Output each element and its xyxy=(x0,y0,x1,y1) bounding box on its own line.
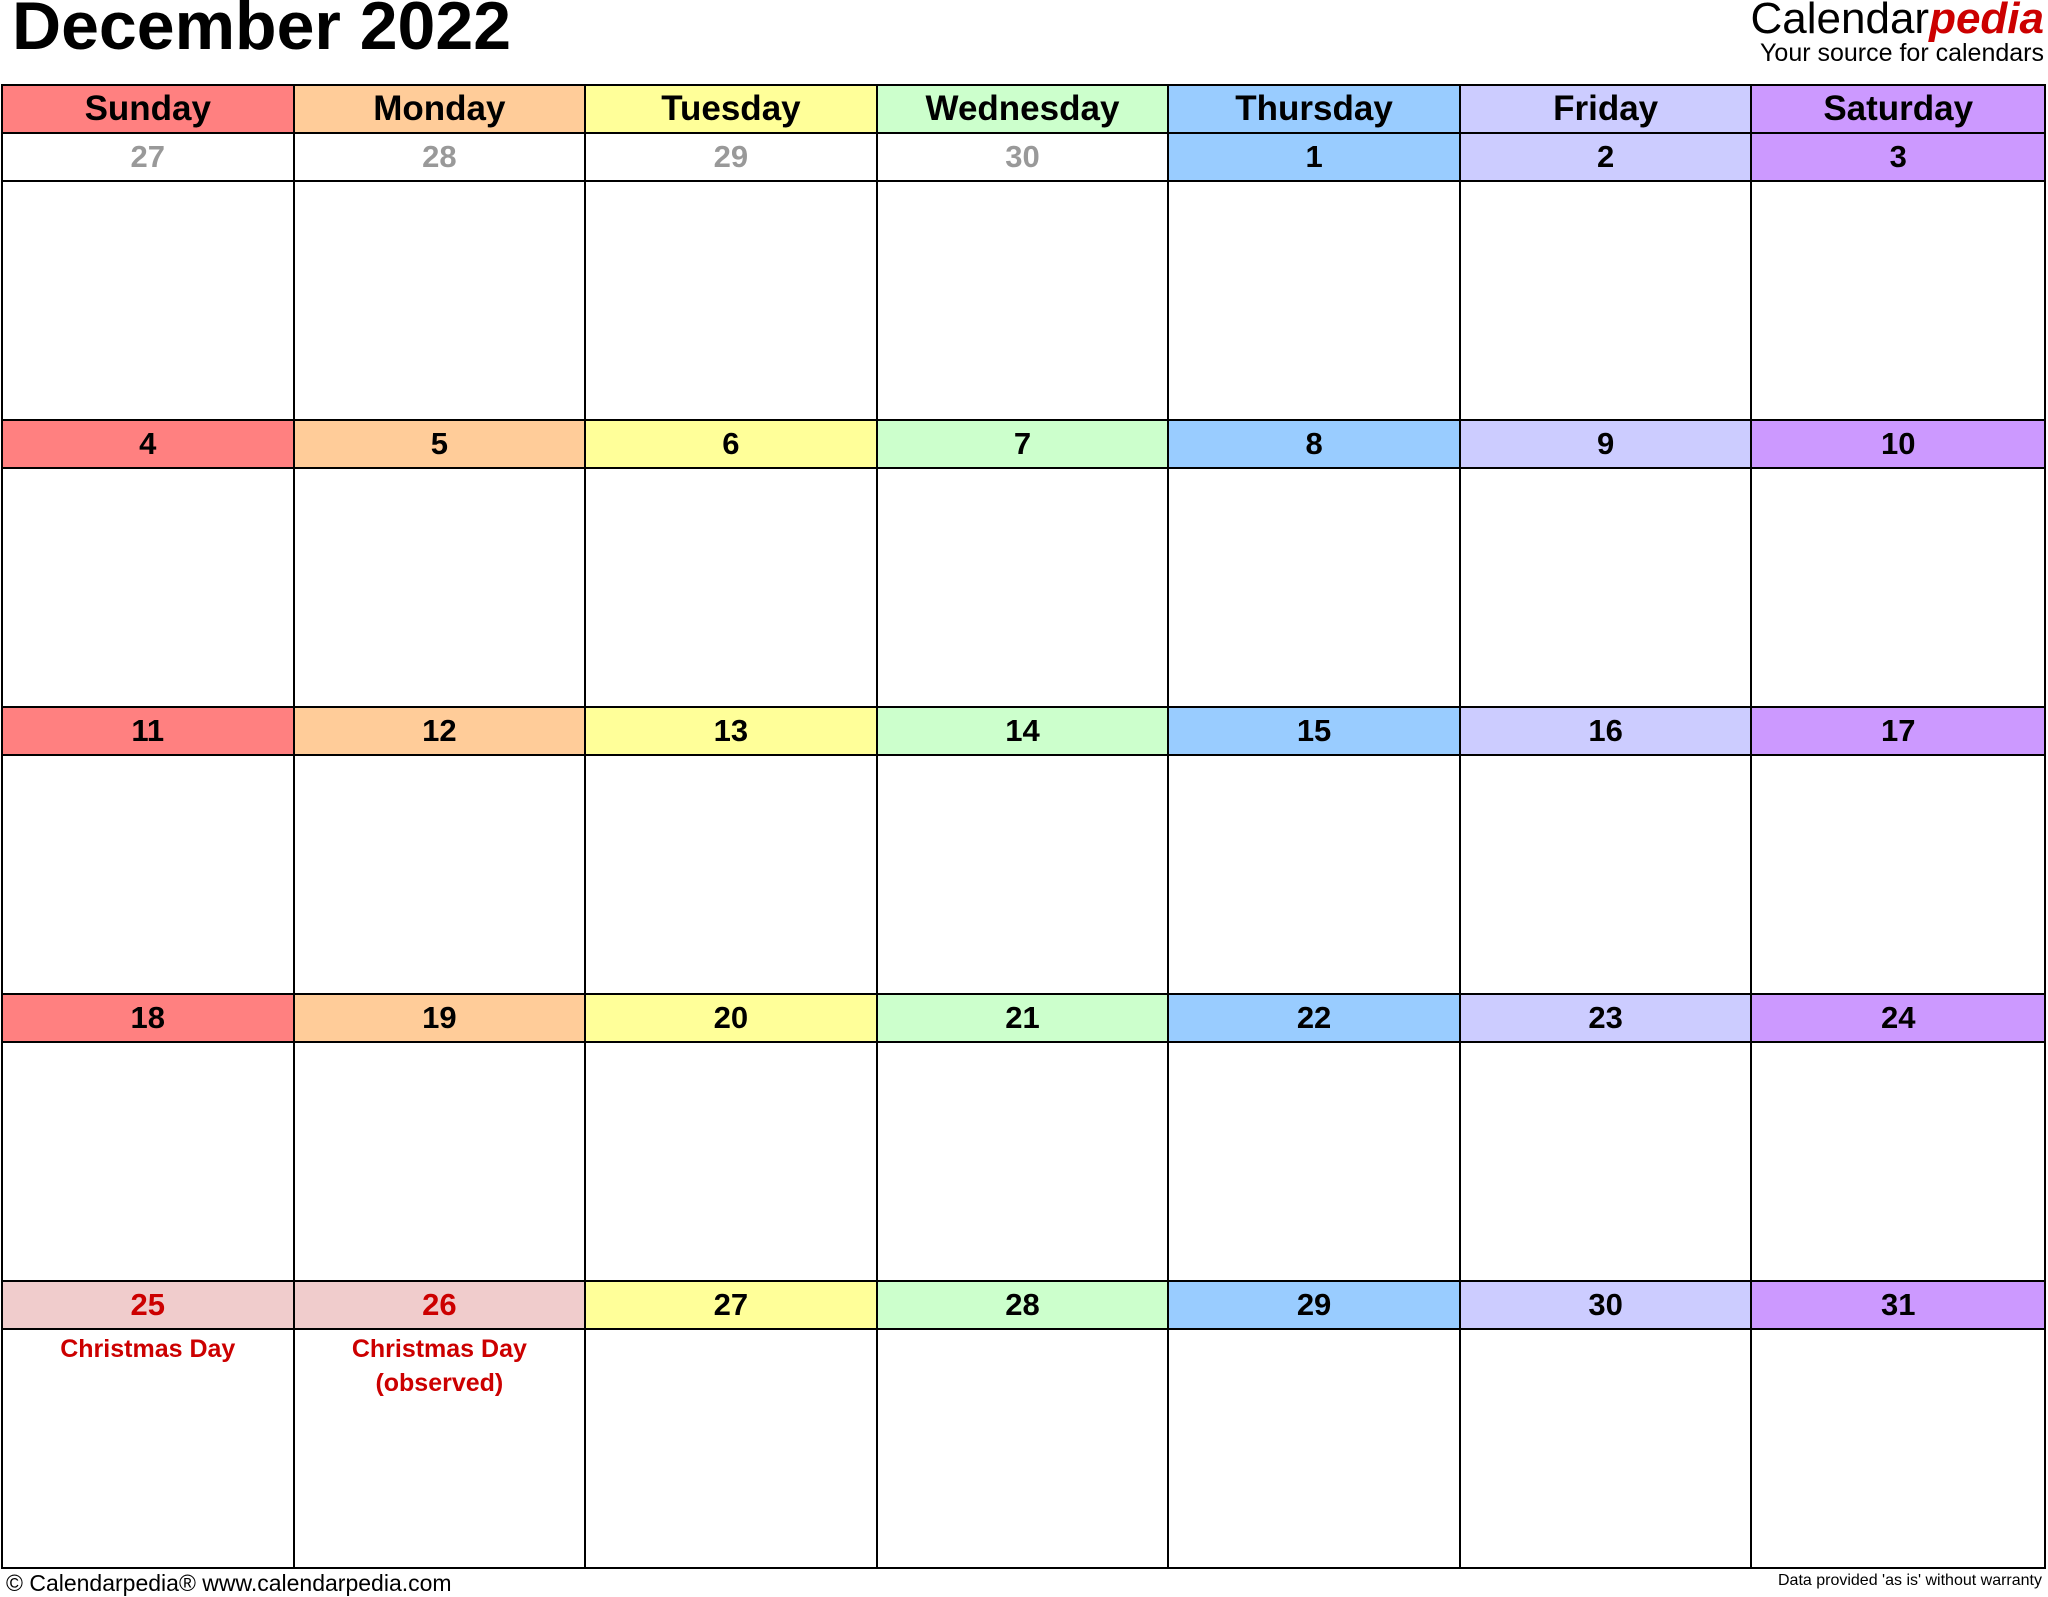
date-number: 12 xyxy=(294,708,587,756)
day-cell[interactable] xyxy=(1752,1043,2044,1282)
date-number: 2 xyxy=(1460,134,1753,182)
date-number: 29 xyxy=(586,134,878,182)
date-number: 26 xyxy=(294,1282,587,1330)
day-cell[interactable] xyxy=(294,469,587,708)
day-cell[interactable]: Christmas Day xyxy=(3,1330,295,1569)
date-number: 19 xyxy=(294,995,587,1043)
day-cell[interactable] xyxy=(1752,1330,2044,1569)
weekday-header-wednesday: Wednesday xyxy=(877,86,1170,134)
date-number: 25 xyxy=(3,1282,295,1330)
date-number: 22 xyxy=(1169,995,1461,1043)
brand-name-accent: pedia xyxy=(1929,0,2044,43)
day-cell[interactable] xyxy=(1460,182,1753,421)
date-number: 9 xyxy=(1460,421,1753,469)
day-cell[interactable] xyxy=(3,469,295,708)
brand-tagline: Your source for calendars xyxy=(1760,39,2044,67)
date-number: 15 xyxy=(1169,708,1461,756)
date-number: 3 xyxy=(1752,134,2044,182)
date-number: 11 xyxy=(3,708,295,756)
day-cell[interactable] xyxy=(586,1043,878,1282)
date-number: 10 xyxy=(1752,421,2044,469)
holiday-label: Christmas Day xyxy=(60,1335,236,1363)
day-cell[interactable] xyxy=(1169,182,1461,421)
weekday-header-tuesday: Tuesday xyxy=(586,86,878,134)
day-cell[interactable] xyxy=(1752,756,2044,995)
date-number: 20 xyxy=(586,995,878,1043)
date-number: 13 xyxy=(586,708,878,756)
date-number: 27 xyxy=(3,134,295,182)
weekday-header-thursday: Thursday xyxy=(1169,86,1461,134)
day-cell[interactable] xyxy=(877,756,1170,995)
weekday-header-friday: Friday xyxy=(1460,86,1753,134)
brand-name: Calendarpedia xyxy=(1751,0,2044,42)
day-cell[interactable] xyxy=(586,182,878,421)
date-number: 1 xyxy=(1169,134,1461,182)
date-number: 6 xyxy=(586,421,878,469)
date-number: 30 xyxy=(1460,1282,1753,1330)
brand-name-main: Calendar xyxy=(1750,0,1930,43)
date-number: 31 xyxy=(1752,1282,2044,1330)
day-cell[interactable] xyxy=(878,1330,1170,1569)
day-cell[interactable] xyxy=(1461,1330,1753,1569)
date-number: 14 xyxy=(877,708,1170,756)
day-cell[interactable] xyxy=(294,756,587,995)
day-cell[interactable] xyxy=(1169,469,1461,708)
date-number: 21 xyxy=(877,995,1170,1043)
date-number: 23 xyxy=(1460,995,1753,1043)
date-number: 18 xyxy=(3,995,295,1043)
day-cell[interactable] xyxy=(586,469,878,708)
day-cell[interactable] xyxy=(1460,1043,1753,1282)
day-cell[interactable] xyxy=(1169,756,1461,995)
weekday-header-saturday: Saturday xyxy=(1752,86,2044,134)
day-cell[interactable] xyxy=(294,1043,587,1282)
day-cell[interactable] xyxy=(586,756,878,995)
date-number: 29 xyxy=(1169,1282,1461,1330)
date-number: 8 xyxy=(1169,421,1461,469)
day-cell[interactable] xyxy=(3,1043,295,1282)
date-number: 30 xyxy=(877,134,1170,182)
date-number: 28 xyxy=(294,134,587,182)
holiday-label: Christmas Day (observed) xyxy=(351,1335,527,1397)
day-cell[interactable] xyxy=(877,469,1170,708)
weekday-header-monday: Monday xyxy=(294,86,587,134)
day-cell[interactable] xyxy=(877,1043,1170,1282)
date-number: 16 xyxy=(1460,708,1753,756)
day-cell[interactable] xyxy=(1752,469,2044,708)
day-cell[interactable] xyxy=(1460,469,1753,708)
footer-copyright: © Calendarpedia® www.calendarpedia.com xyxy=(6,1570,452,1596)
calendar-grid: Sunday Monday Tuesday Wednesday Thursday Frid… xyxy=(1,84,2046,1569)
date-number: 28 xyxy=(877,1282,1170,1330)
day-cell[interactable] xyxy=(294,182,587,421)
date-number: 17 xyxy=(1752,708,2044,756)
date-number: 27 xyxy=(586,1282,878,1330)
page-title: December 2022 xyxy=(12,0,512,64)
brand-logo: Calendarpedia Your source for calendars xyxy=(1751,0,2044,67)
footer-disclaimer: Data provided 'as is' without warranty xyxy=(1777,1572,2042,1589)
date-number: 24 xyxy=(1752,995,2044,1043)
day-cell[interactable] xyxy=(3,756,295,995)
day-cell[interactable] xyxy=(586,1330,878,1569)
weekday-header-sunday: Sunday xyxy=(3,86,295,134)
day-cell[interactable] xyxy=(1460,756,1753,995)
date-number: 7 xyxy=(877,421,1170,469)
day-cell[interactable] xyxy=(1752,182,2044,421)
day-cell[interactable] xyxy=(1169,1043,1461,1282)
date-number: 4 xyxy=(3,421,295,469)
day-cell[interactable] xyxy=(877,182,1170,421)
day-cell[interactable]: Christmas Day (observed) xyxy=(295,1330,587,1569)
date-number: 5 xyxy=(294,421,587,469)
day-cell[interactable] xyxy=(1169,1330,1461,1569)
day-cell[interactable] xyxy=(3,182,295,421)
